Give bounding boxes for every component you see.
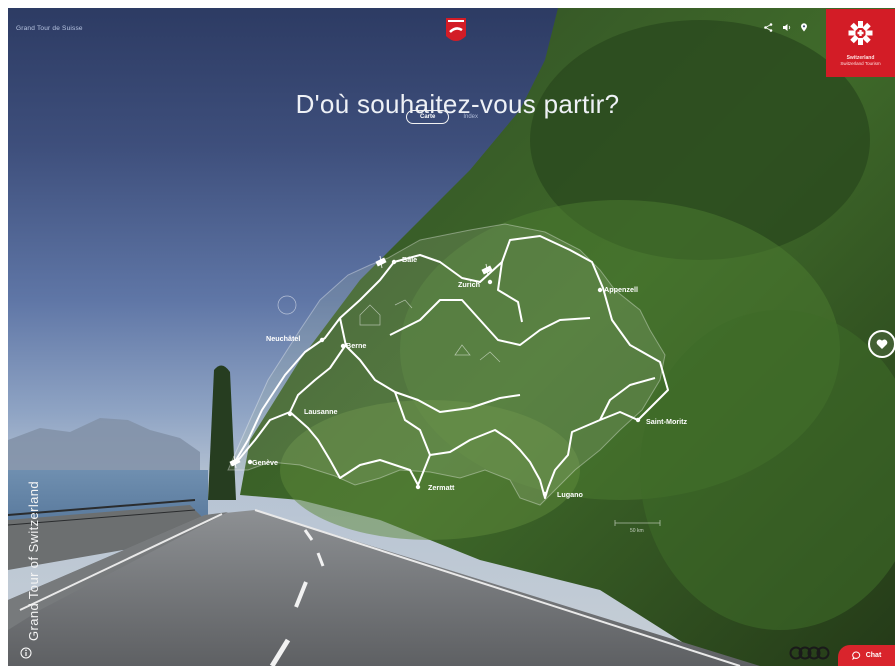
city-label[interactable]: Appenzell [604,285,638,294]
scenic-map-screen: Grand Tour de Suisse D'où souhaitez-vous… [0,0,895,666]
chat-icon [851,651,860,660]
city-label[interactable]: Saint-Moritz [646,417,688,426]
switzerland-route-map[interactable]: 50 km Bâle Zurich Appenzell Neuchâtel Be… [0,0,895,666]
chat-label: Chat [865,652,882,659]
scale-bar [614,520,661,526]
city-label[interactable]: Neuchâtel [266,334,300,343]
scale-label: 50 km [630,528,644,534]
city-label[interactable]: Bâle [402,255,417,264]
photo-caption: Grand Tour of Switzerland [26,480,41,641]
info-icon[interactable] [20,647,32,659]
city-label[interactable]: Zermatt [428,483,455,492]
city-label[interactable]: Berne [346,341,366,350]
chat-button[interactable]: Chat [838,645,895,666]
favorite-button[interactable] [868,330,895,358]
city-label[interactable]: Lausanne [304,407,338,416]
city-label[interactable]: Zurich [458,280,480,289]
heart-icon [876,339,888,349]
city-label[interactable]: Genève [252,458,278,467]
audi-logo[interactable] [788,646,834,660]
city-label[interactable]: Lugano [557,490,584,499]
